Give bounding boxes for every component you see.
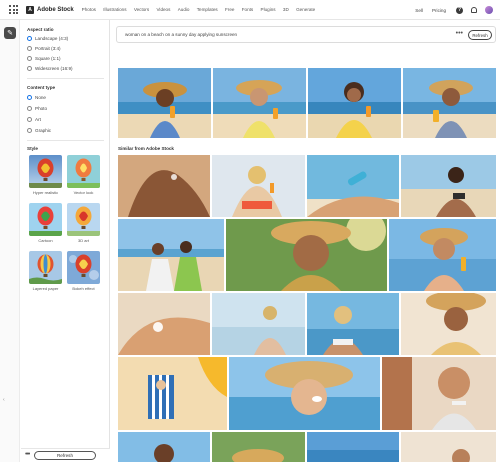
nav-item-3d[interactable]: 3D (283, 7, 289, 12)
prompt-more-icon[interactable]: ••• (456, 30, 463, 37)
stock-image[interactable] (118, 432, 210, 462)
aspect-ratio-title: Aspect ratio (27, 27, 54, 32)
refresh-button[interactable]: Refresh (34, 451, 96, 460)
pricing-link[interactable]: Pricing (432, 8, 446, 13)
similar-section-title: Similar from Adobe Stock (118, 146, 174, 151)
notifications-bell-icon[interactable] (471, 7, 477, 13)
content-type-title: Content type (27, 85, 56, 90)
app-grid-icon[interactable] (9, 5, 18, 14)
generated-image-3[interactable] (308, 68, 401, 138)
style-label: 3D art (78, 238, 89, 243)
stock-image[interactable] (212, 432, 305, 462)
sell-link[interactable]: Sell (415, 8, 423, 13)
divider (27, 78, 104, 79)
nav-item-free[interactable]: Free (225, 7, 234, 12)
style-tile-cartoon[interactable] (29, 203, 62, 236)
aspect-option-widescreen[interactable]: Widescreen (16:9) (27, 66, 73, 71)
stock-image[interactable] (118, 293, 210, 355)
nav-item-vectors[interactable]: Vectors (134, 7, 149, 12)
style-tile-vector-look[interactable] (67, 155, 100, 188)
top-navigation-bar: A Adobe Stock Photos Illustrations Vecto… (0, 0, 500, 20)
radio-icon (27, 56, 32, 61)
style-title: Style (27, 146, 38, 151)
radio-selected-icon (27, 95, 32, 100)
nav-item-audio[interactable]: Audio (178, 7, 190, 12)
content-option-art[interactable]: Art (27, 117, 41, 122)
stock-image[interactable] (212, 155, 305, 217)
stock-image[interactable] (307, 155, 399, 217)
nav-item-generate[interactable]: Generate (296, 7, 315, 12)
stock-image[interactable] (118, 219, 224, 291)
prompt-bar: woman on a beach on a sunny day applying… (116, 26, 496, 43)
stock-image[interactable] (307, 293, 399, 355)
stock-image[interactable] (401, 432, 496, 462)
stock-image[interactable] (229, 357, 380, 430)
stock-image[interactable] (307, 432, 399, 462)
style-tile-layered-paper[interactable] (29, 251, 62, 284)
generated-image-4[interactable] (403, 68, 496, 138)
brand-name[interactable]: Adobe Stock (37, 7, 74, 13)
collapse-arrow-icon[interactable]: ‹ (3, 397, 5, 403)
generated-image-2[interactable] (213, 68, 306, 138)
stock-image[interactable] (401, 155, 496, 217)
radio-icon (27, 106, 32, 111)
more-options-icon[interactable]: ••• (25, 451, 30, 458)
style-tile-bokeh-effect[interactable] (67, 251, 100, 284)
stock-image[interactable] (401, 293, 496, 355)
generate-tool-icon[interactable]: ✎ (4, 27, 16, 39)
nav-right: Sell Pricing ? (406, 0, 493, 20)
style-label: Hyper realistic (32, 190, 59, 195)
style-tile-3d-art[interactable] (67, 203, 100, 236)
main-content: woman on a beach on a sunny day applying… (111, 20, 500, 462)
help-icon[interactable]: ? (456, 6, 463, 14)
stock-image[interactable] (118, 357, 227, 430)
stock-image[interactable] (226, 219, 387, 291)
nav-item-fonts[interactable]: Fonts (242, 7, 254, 12)
stock-image[interactable] (382, 357, 496, 430)
settings-panel: Aspect ratio Landscape (4:3) Portrait (3… (21, 20, 110, 462)
stock-image[interactable] (389, 219, 496, 291)
radio-icon (27, 117, 32, 122)
radio-selected-icon (27, 36, 32, 41)
radio-icon (27, 66, 32, 71)
aspect-option-portrait[interactable]: Portrait (3:4) (27, 46, 61, 51)
main-nav: Photos Illustrations Vectors Videos Audi… (82, 7, 323, 12)
stock-image[interactable] (118, 155, 210, 217)
style-label: Bokeh effect (72, 286, 95, 291)
style-label: Cartoon (38, 238, 53, 243)
prompt-refresh-button[interactable]: Refresh (468, 30, 492, 40)
style-label: Layered paper (32, 286, 59, 291)
nav-item-templates[interactable]: Templates (197, 7, 218, 12)
nav-item-photos[interactable]: Photos (82, 7, 96, 12)
left-rail: ✎ ‹ (0, 20, 20, 462)
adobe-stock-logo-icon[interactable]: A (26, 5, 34, 14)
stock-image[interactable] (212, 293, 305, 355)
content-option-graphic[interactable]: Graphic (27, 128, 51, 133)
style-label: Vector look (73, 190, 94, 195)
radio-icon (27, 128, 32, 133)
avatar[interactable] (485, 6, 493, 14)
prompt-input[interactable]: woman on a beach on a sunny day applying… (125, 32, 237, 37)
aspect-option-square[interactable]: Square (1:1) (27, 56, 61, 61)
content-option-photo[interactable]: Photo (27, 106, 47, 111)
nav-item-illustrations[interactable]: Illustrations (103, 7, 126, 12)
radio-icon (27, 46, 32, 51)
divider (27, 140, 104, 141)
style-tile-hyper-realistic[interactable] (29, 155, 62, 188)
panel-footer: ••• Refresh (21, 448, 110, 462)
content-option-none[interactable]: None (27, 95, 46, 100)
aspect-option-landscape[interactable]: Landscape (4:3) (27, 36, 68, 41)
generated-image-1[interactable] (118, 68, 211, 138)
nav-item-plugins[interactable]: Plugins (261, 7, 276, 12)
nav-item-videos[interactable]: Videos (156, 7, 170, 12)
